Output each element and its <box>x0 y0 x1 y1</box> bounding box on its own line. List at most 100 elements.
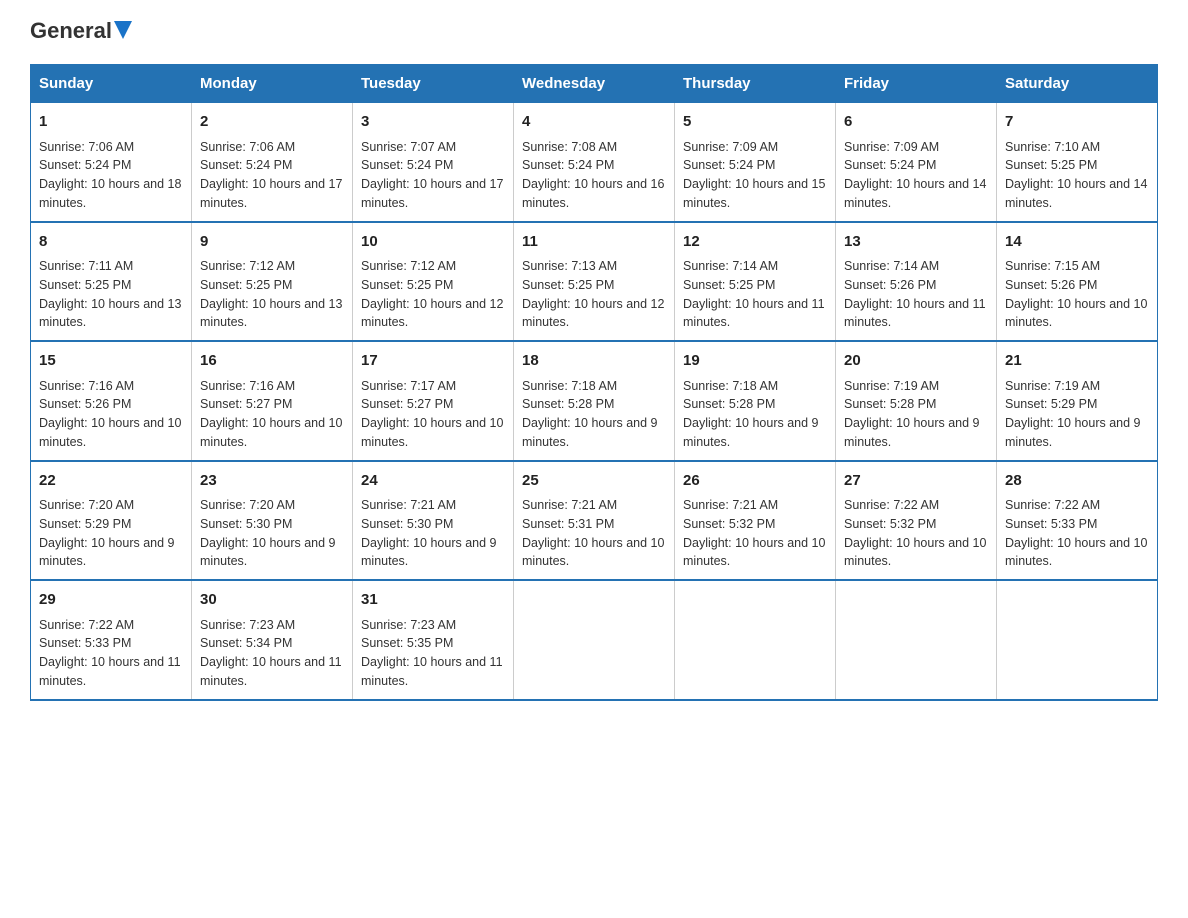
cell-sunrise: Sunrise: 7:11 AM <box>39 259 133 273</box>
cell-sunrise: Sunrise: 7:07 AM <box>361 140 456 154</box>
calendar-cell: 24 Sunrise: 7:21 AM Sunset: 5:30 PM Dayl… <box>353 461 514 581</box>
calendar-week-row: 15 Sunrise: 7:16 AM Sunset: 5:26 PM Dayl… <box>31 341 1158 461</box>
calendar-cell: 27 Sunrise: 7:22 AM Sunset: 5:32 PM Dayl… <box>836 461 997 581</box>
cell-daylight: Daylight: 10 hours and 12 minutes. <box>361 297 503 330</box>
day-number: 22 <box>39 470 183 493</box>
day-number: 30 <box>200 589 344 612</box>
calendar-cell <box>675 580 836 700</box>
cell-daylight: Daylight: 10 hours and 17 minutes. <box>361 177 503 210</box>
day-number: 7 <box>1005 111 1149 134</box>
day-number: 1 <box>39 111 183 134</box>
calendar-week-row: 8 Sunrise: 7:11 AM Sunset: 5:25 PM Dayli… <box>31 222 1158 342</box>
cell-sunrise: Sunrise: 7:18 AM <box>683 379 778 393</box>
cell-sunset: Sunset: 5:29 PM <box>39 517 131 531</box>
day-number: 5 <box>683 111 827 134</box>
cell-sunrise: Sunrise: 7:16 AM <box>39 379 134 393</box>
calendar-cell: 16 Sunrise: 7:16 AM Sunset: 5:27 PM Dayl… <box>192 341 353 461</box>
cell-sunrise: Sunrise: 7:14 AM <box>683 259 778 273</box>
cell-sunrise: Sunrise: 7:21 AM <box>522 498 617 512</box>
cell-daylight: Daylight: 10 hours and 9 minutes. <box>1005 416 1141 449</box>
cell-sunrise: Sunrise: 7:15 AM <box>1005 259 1100 273</box>
cell-sunrise: Sunrise: 7:22 AM <box>39 618 134 632</box>
day-number: 4 <box>522 111 666 134</box>
calendar-cell: 1 Sunrise: 7:06 AM Sunset: 5:24 PM Dayli… <box>31 103 192 222</box>
cell-daylight: Daylight: 10 hours and 10 minutes. <box>361 416 503 449</box>
day-number: 29 <box>39 589 183 612</box>
day-number: 3 <box>361 111 505 134</box>
cell-daylight: Daylight: 10 hours and 11 minutes. <box>844 297 986 330</box>
calendar-cell: 9 Sunrise: 7:12 AM Sunset: 5:25 PM Dayli… <box>192 222 353 342</box>
calendar-cell: 7 Sunrise: 7:10 AM Sunset: 5:25 PM Dayli… <box>997 103 1158 222</box>
logo: General <box>30 20 132 44</box>
day-number: 17 <box>361 350 505 373</box>
calendar-cell: 18 Sunrise: 7:18 AM Sunset: 5:28 PM Dayl… <box>514 341 675 461</box>
cell-sunrise: Sunrise: 7:22 AM <box>1005 498 1100 512</box>
cell-daylight: Daylight: 10 hours and 11 minutes. <box>683 297 825 330</box>
cell-sunset: Sunset: 5:29 PM <box>1005 397 1097 411</box>
calendar-header-row: SundayMondayTuesdayWednesdayThursdayFrid… <box>31 65 1158 103</box>
cell-sunset: Sunset: 5:28 PM <box>522 397 614 411</box>
cell-sunset: Sunset: 5:25 PM <box>361 278 453 292</box>
calendar-week-row: 29 Sunrise: 7:22 AM Sunset: 5:33 PM Dayl… <box>31 580 1158 700</box>
calendar-cell: 15 Sunrise: 7:16 AM Sunset: 5:26 PM Dayl… <box>31 341 192 461</box>
cell-sunset: Sunset: 5:27 PM <box>200 397 292 411</box>
day-header-saturday: Saturday <box>997 65 1158 103</box>
cell-sunrise: Sunrise: 7:22 AM <box>844 498 939 512</box>
day-number: 12 <box>683 231 827 254</box>
day-number: 27 <box>844 470 988 493</box>
cell-sunset: Sunset: 5:25 PM <box>1005 158 1097 172</box>
cell-daylight: Daylight: 10 hours and 9 minutes. <box>683 416 819 449</box>
cell-daylight: Daylight: 10 hours and 14 minutes. <box>1005 177 1147 210</box>
calendar-cell <box>836 580 997 700</box>
cell-daylight: Daylight: 10 hours and 10 minutes. <box>200 416 342 449</box>
cell-sunrise: Sunrise: 7:16 AM <box>200 379 295 393</box>
cell-sunset: Sunset: 5:25 PM <box>39 278 131 292</box>
cell-sunrise: Sunrise: 7:06 AM <box>200 140 295 154</box>
calendar-cell: 6 Sunrise: 7:09 AM Sunset: 5:24 PM Dayli… <box>836 103 997 222</box>
cell-sunrise: Sunrise: 7:13 AM <box>522 259 617 273</box>
calendar-cell: 30 Sunrise: 7:23 AM Sunset: 5:34 PM Dayl… <box>192 580 353 700</box>
cell-daylight: Daylight: 10 hours and 10 minutes. <box>844 536 986 569</box>
cell-sunset: Sunset: 5:27 PM <box>361 397 453 411</box>
logo-general: General <box>30 20 112 42</box>
cell-sunrise: Sunrise: 7:12 AM <box>361 259 456 273</box>
day-number: 16 <box>200 350 344 373</box>
calendar-cell: 23 Sunrise: 7:20 AM Sunset: 5:30 PM Dayl… <box>192 461 353 581</box>
day-header-friday: Friday <box>836 65 997 103</box>
day-number: 9 <box>200 231 344 254</box>
calendar-cell: 8 Sunrise: 7:11 AM Sunset: 5:25 PM Dayli… <box>31 222 192 342</box>
day-number: 25 <box>522 470 666 493</box>
day-number: 11 <box>522 231 666 254</box>
day-number: 6 <box>844 111 988 134</box>
day-number: 23 <box>200 470 344 493</box>
calendar-cell <box>514 580 675 700</box>
day-header-tuesday: Tuesday <box>353 65 514 103</box>
calendar-cell: 11 Sunrise: 7:13 AM Sunset: 5:25 PM Dayl… <box>514 222 675 342</box>
cell-daylight: Daylight: 10 hours and 13 minutes. <box>39 297 181 330</box>
cell-sunrise: Sunrise: 7:19 AM <box>844 379 939 393</box>
calendar-cell: 17 Sunrise: 7:17 AM Sunset: 5:27 PM Dayl… <box>353 341 514 461</box>
cell-sunset: Sunset: 5:26 PM <box>844 278 936 292</box>
cell-sunset: Sunset: 5:26 PM <box>39 397 131 411</box>
day-number: 13 <box>844 231 988 254</box>
day-header-sunday: Sunday <box>31 65 192 103</box>
cell-sunset: Sunset: 5:24 PM <box>39 158 131 172</box>
day-number: 15 <box>39 350 183 373</box>
calendar-cell: 22 Sunrise: 7:20 AM Sunset: 5:29 PM Dayl… <box>31 461 192 581</box>
cell-sunrise: Sunrise: 7:10 AM <box>1005 140 1100 154</box>
cell-sunset: Sunset: 5:33 PM <box>39 636 131 650</box>
cell-daylight: Daylight: 10 hours and 15 minutes. <box>683 177 825 210</box>
day-number: 26 <box>683 470 827 493</box>
cell-sunset: Sunset: 5:24 PM <box>200 158 292 172</box>
cell-sunset: Sunset: 5:31 PM <box>522 517 614 531</box>
cell-daylight: Daylight: 10 hours and 9 minutes. <box>39 536 175 569</box>
cell-daylight: Daylight: 10 hours and 10 minutes. <box>522 536 664 569</box>
cell-sunset: Sunset: 5:34 PM <box>200 636 292 650</box>
cell-daylight: Daylight: 10 hours and 17 minutes. <box>200 177 342 210</box>
cell-sunrise: Sunrise: 7:20 AM <box>200 498 295 512</box>
day-number: 18 <box>522 350 666 373</box>
page-header: General <box>30 20 1158 44</box>
day-header-thursday: Thursday <box>675 65 836 103</box>
cell-daylight: Daylight: 10 hours and 9 minutes. <box>200 536 336 569</box>
day-number: 21 <box>1005 350 1149 373</box>
